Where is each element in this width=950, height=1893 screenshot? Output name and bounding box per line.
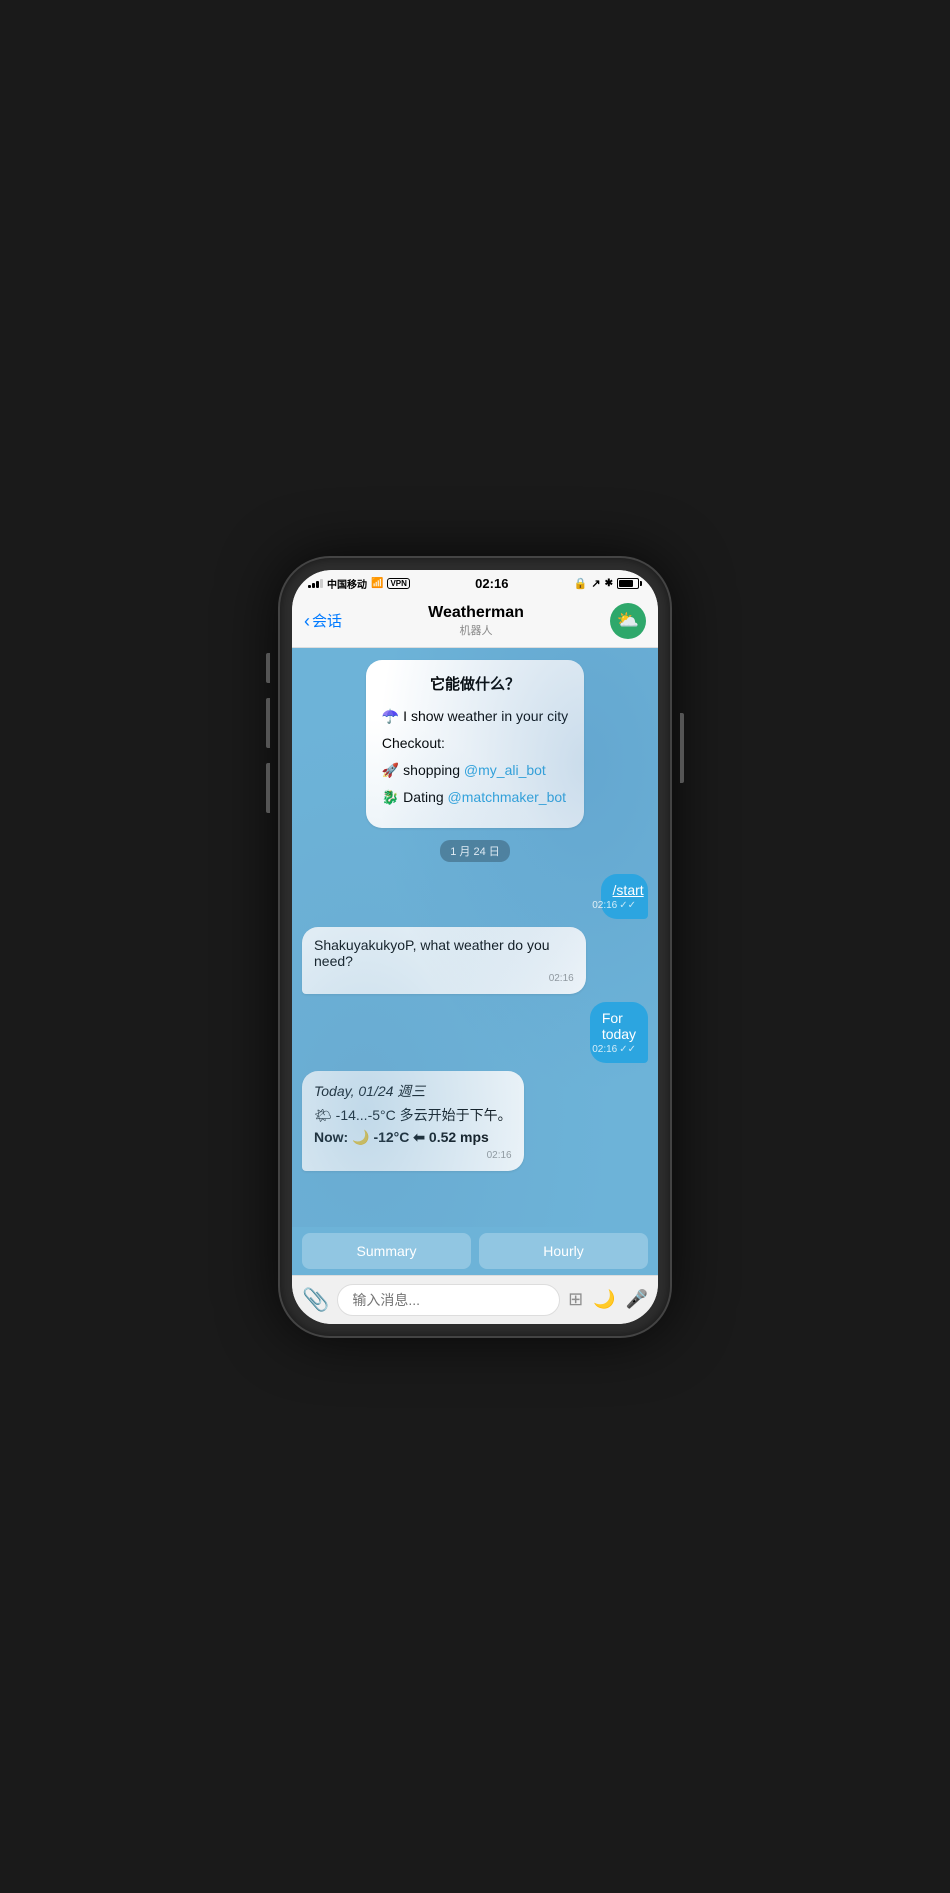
chat-subtitle: 机器人 — [428, 622, 524, 638]
bot-avatar-icon: ⛅ — [617, 610, 639, 631]
bot-reply1-text: ShakuyakukyoP, what weather do you need? — [314, 937, 550, 969]
emoji-icon[interactable]: 🌙 — [593, 1289, 615, 1310]
weather-bubble: Today, 01/24 週三 🌤 -14...-5°C 多云开始于下午。 No… — [302, 1071, 524, 1171]
shopping-emoji: 🚀 shopping — [382, 762, 464, 778]
signal-icon — [308, 578, 323, 588]
date-separator: 1 月 24 日 — [440, 840, 510, 862]
moon-icon: 🌙 — [352, 1129, 369, 1145]
carrier-label: 中国移动 — [327, 576, 367, 591]
signal-bar-1 — [308, 585, 311, 588]
weather-line1: Today, 01/24 週三 — [314, 1081, 512, 1101]
bluetooth-icon: ✱ — [605, 578, 613, 589]
weather-time: 02:16 — [314, 1150, 512, 1161]
start-message-container: /start 02:16 ✓✓ — [580, 874, 648, 919]
start-bubble: /start 02:16 ✓✓ — [601, 874, 648, 919]
navigation-bar: ‹ 会话 Weatherman 机器人 ⛅ — [292, 595, 658, 648]
signal-bar-2 — [312, 583, 315, 588]
welcome-title: 它能做什么？ — [382, 674, 568, 697]
fortoday-text: For today — [602, 1010, 636, 1042]
status-left: 中国移动 📶 VPN — [308, 576, 410, 591]
sticker-icon[interactable]: ⊞ — [568, 1289, 583, 1310]
bot-avatar[interactable]: ⛅ — [610, 603, 646, 639]
bot-reply1-bubble: ShakuyakukyoP, what weather do you need?… — [302, 927, 586, 994]
current-temp: -12°C — [373, 1129, 409, 1145]
weather-line3: Now: 🌙 -12°C ⬅ 0.52 mps — [314, 1129, 512, 1146]
signal-bar-3 — [316, 581, 319, 588]
wind-speed: 0.52 mps — [429, 1129, 489, 1145]
welcome-line1: ☂️ I show weather in your city — [382, 706, 568, 727]
volume-down-button[interactable] — [266, 763, 270, 813]
start-timestamp: 02:16 — [592, 900, 617, 911]
dating-emoji: 🐉 Dating — [382, 789, 448, 805]
vpn-badge: VPN — [387, 578, 409, 589]
fortoday-timestamp: 02:16 — [592, 1044, 617, 1055]
mute-button[interactable] — [266, 653, 270, 683]
back-label: 会话 — [312, 610, 342, 631]
start-check-icon: ✓✓ — [619, 900, 636, 911]
bot-reply1-time: 02:16 — [314, 973, 574, 984]
fortoday-time: 02:16 ✓✓ — [602, 1044, 636, 1055]
volume-up-button[interactable] — [266, 698, 270, 748]
chat-area: 它能做什么？ ☂️ I show weather in your city Ch… — [292, 648, 658, 1227]
shopping-link[interactable]: @my_ali_bot — [464, 762, 546, 778]
weather-line2: 🌤 -14...-5°C 多云开始于下午。 — [314, 1105, 512, 1125]
start-time: 02:16 ✓✓ — [613, 900, 636, 911]
fortoday-bubble: For today 02:16 ✓✓ — [590, 1002, 648, 1063]
chat-title: Weatherman — [428, 604, 524, 622]
phone-frame: 中国移动 📶 VPN 02:16 🔒 ↗ ✱ — [280, 558, 670, 1336]
summary-button[interactable]: Summary — [302, 1233, 471, 1269]
status-time: 02:16 — [475, 576, 508, 591]
location-icon: ↗ — [591, 577, 600, 590]
start-text: /start — [613, 882, 644, 898]
screen-content: 中国移动 📶 VPN 02:16 🔒 ↗ ✱ — [292, 570, 658, 1324]
dating-link[interactable]: @matchmaker_bot — [448, 789, 566, 805]
signal-bar-4 — [320, 579, 323, 588]
battery-indicator — [617, 578, 642, 589]
wifi-icon: 📶 — [371, 578, 383, 589]
message-input[interactable] — [337, 1284, 560, 1316]
power-button[interactable] — [680, 713, 684, 783]
hourly-button[interactable]: Hourly — [479, 1233, 648, 1269]
quick-replies-bar: Summary Hourly — [292, 1227, 658, 1275]
welcome-dating-line: 🐉 Dating @matchmaker_bot — [382, 787, 568, 808]
input-right-icons: ⊞ 🌙 🎤 — [568, 1289, 648, 1310]
welcome-bubble: 它能做什么？ ☂️ I show weather in your city Ch… — [366, 660, 584, 829]
attach-icon[interactable]: 📎 — [302, 1287, 329, 1313]
now-label: Now: — [314, 1129, 348, 1145]
fortoday-check-icon: ✓✓ — [619, 1044, 636, 1055]
nav-center: Weatherman 机器人 — [428, 604, 524, 638]
microphone-icon[interactable]: 🎤 — [626, 1289, 648, 1310]
welcome-checkout: Checkout: — [382, 733, 568, 754]
status-bar: 中国移动 📶 VPN 02:16 🔒 ↗ ✱ — [292, 570, 658, 595]
phone-screen: 中国移动 📶 VPN 02:16 🔒 ↗ ✱ — [292, 570, 658, 1324]
wind-arrow-icon: ⬅ — [413, 1129, 425, 1145]
status-right: 🔒 ↗ ✱ — [574, 577, 642, 590]
chevron-left-icon: ‹ — [304, 612, 310, 630]
lock-icon: 🔒 — [574, 577, 588, 590]
fortoday-container: For today 02:16 ✓✓ — [565, 1002, 648, 1063]
weather-date: Today, 01/24 週三 — [314, 1083, 425, 1099]
input-bar: 📎 ⊞ 🌙 🎤 — [292, 1275, 658, 1324]
back-button[interactable]: ‹ 会话 — [304, 610, 342, 631]
welcome-shopping-line: 🚀 shopping @my_ali_bot — [382, 760, 568, 781]
